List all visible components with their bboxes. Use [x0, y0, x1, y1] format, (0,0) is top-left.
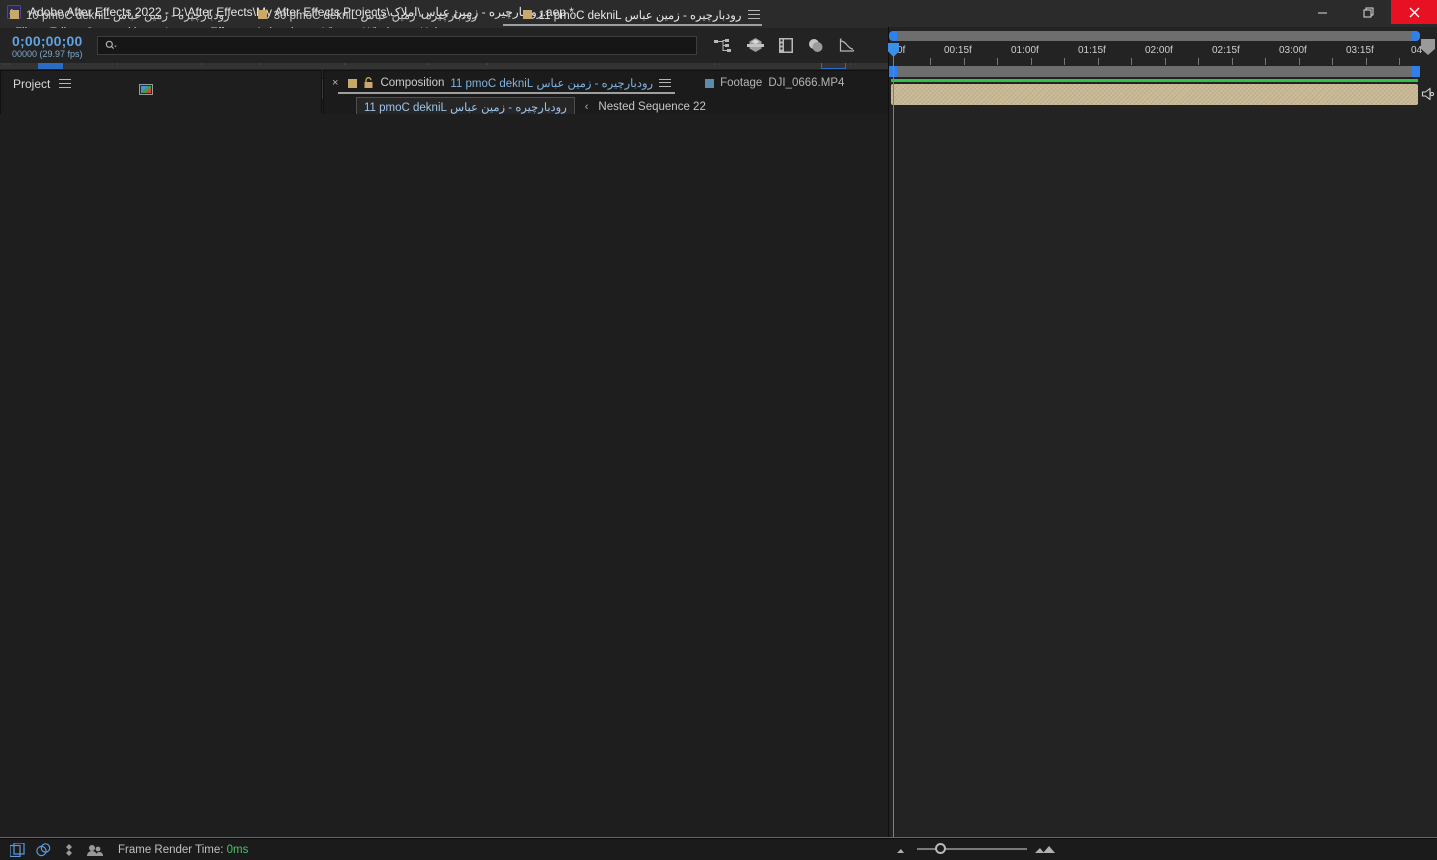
work-area-start-handle[interactable]	[889, 31, 897, 41]
project-panel-header: Project	[1, 71, 321, 96]
layer-speaker-icon[interactable]	[1421, 87, 1435, 100]
ruler-tick: 01:15f	[1078, 45, 1106, 56]
frame-render-time-label: Frame Render Time:	[118, 843, 224, 856]
work-area-end-handle[interactable]	[1412, 31, 1420, 41]
playhead[interactable]	[888, 43, 899, 860]
tab-footage[interactable]: Footage DJI_0666.MP4	[685, 71, 858, 95]
frame-blending-icon[interactable]	[808, 38, 824, 53]
tab-label-swatch	[348, 78, 358, 88]
work-area-bar[interactable]	[889, 31, 1420, 41]
tab-label-swatch	[257, 10, 267, 19]
tab-comp-name: رودبارچیره - زمین عباس Linked Comp 11	[450, 78, 654, 90]
project-panel-title: Project	[13, 76, 51, 91]
hide-shy-layers-icon[interactable]	[778, 38, 793, 53]
tab-timeline-comp-11[interactable]: × رودبارچیره - زمین عباس Linked Comp 11	[495, 1, 778, 28]
tab-footage-name: DJI_0666.MP4	[768, 77, 845, 89]
project-panel-menu-icon[interactable]	[59, 79, 72, 88]
draft-3d-icon[interactable]	[746, 38, 764, 53]
tab-label: رودبارچیره - زمین عباس Linked Comp 01	[26, 9, 230, 22]
zoom-bar-end-handle[interactable]	[1412, 66, 1420, 77]
graph-editor-icon[interactable]	[839, 38, 855, 53]
timeline-panel: رودبارچیره - زمین عباس Linked Comp 01 رو…	[0, 0, 1437, 860]
timeline-zoom-bar[interactable]	[889, 66, 1420, 77]
timeline-marker-shield-icon[interactable]	[1421, 39, 1435, 55]
tab-label: رودبارچیره - زمین عباس Linked Comp 03	[273, 9, 478, 22]
tab-timeline-comp-03[interactable]: رودبارچیره - زمین عباس Linked Comp 03	[248, 1, 496, 28]
close-tab-icon[interactable]: ×	[505, 9, 511, 21]
zoom-out-timeline-icon[interactable]	[896, 845, 910, 854]
status-bar: Frame Render Time: 0ms	[0, 838, 1437, 860]
draft-3d-status-icon[interactable]	[36, 842, 51, 857]
frame-render-time: Frame Render Time: 0ms	[118, 844, 248, 856]
frame-render-time-value: 0ms	[226, 843, 249, 856]
render-status-bar	[891, 79, 1418, 82]
ruler-tick: 01:00f	[1011, 45, 1039, 56]
breadcrumb-current[interactable]: Nested Sequence 22	[598, 101, 705, 113]
composition-icon	[138, 83, 153, 95]
ruler-tick: 02:00f	[1145, 45, 1173, 56]
hide-layer-controls-icon[interactable]	[62, 843, 76, 857]
close-tab-icon[interactable]: ×	[332, 77, 338, 89]
tab-label-swatch	[705, 78, 715, 88]
tab-kind-label: Footage	[720, 77, 763, 89]
timeline-zoom-control	[888, 838, 1088, 860]
timeline-frame-info: 00000 (29.97 fps)	[12, 48, 83, 59]
timeline-timecode: 0;00;00;00	[12, 32, 83, 49]
timeline-zoom-slider[interactable]	[917, 843, 1027, 854]
status-bar-icons	[0, 842, 104, 857]
ruler-tick: 03:00f	[1279, 45, 1307, 56]
ruler-tick: 00:15f	[944, 45, 972, 56]
search-icon	[105, 40, 117, 50]
ruler-tick: 02:15f	[1212, 45, 1240, 56]
tab-kind-label: Composition	[380, 77, 445, 89]
tab-label: رودبارچیره - زمین عباس Linked Comp 11	[538, 9, 742, 22]
time-ruler[interactable]: 0f 00:15f 01:00f 01:15f 02:00f 02:15f 03…	[889, 43, 1422, 65]
close-button[interactable]	[1391, 0, 1437, 24]
timeline-switch-icons	[713, 38, 855, 53]
window-controls	[1299, 0, 1437, 24]
tab-timeline-comp-01[interactable]: رودبارچیره - زمین عباس Linked Comp 01	[0, 1, 248, 28]
breadcrumb-chevron-icon[interactable]: ‹	[585, 101, 589, 113]
layer-duration-bar[interactable]	[891, 84, 1418, 105]
tab-label-swatch	[10, 10, 19, 19]
ruler-tick: 04	[1411, 45, 1423, 56]
tab-composition[interactable]: × Composition رودبارچیره - زمین عباس Lin…	[332, 71, 685, 95]
live-update-icon[interactable]	[10, 842, 25, 857]
zoom-in-timeline-icon[interactable]	[1034, 844, 1056, 854]
tab-label-swatch	[522, 10, 532, 19]
after-effects-window: Adobe After Effects 2022 - D:\After Effe…	[0, 0, 1437, 860]
ruler-tick: 03:15f	[1346, 45, 1374, 56]
timeline-current-time[interactable]: 0;00;00;00 00000 (29.97 fps)	[12, 33, 83, 59]
timeline-zoom-knob[interactable]	[935, 843, 946, 854]
composition-mini-flowchart-icon[interactable]	[713, 38, 732, 53]
teamprojects-icon[interactable]	[87, 843, 104, 857]
maximize-button[interactable]	[1345, 0, 1391, 24]
timeline-graph-area[interactable]: 0f 00:15f 01:00f 01:15f 02:00f 02:15f 03…	[888, 27, 1437, 860]
timeline-panel-menu-icon[interactable]	[748, 10, 761, 19]
composition-panel-menu-icon[interactable]	[659, 78, 672, 88]
lock-icon[interactable]	[363, 77, 374, 89]
timeline-layer-area[interactable]	[0, 114, 888, 860]
minimize-button[interactable]	[1299, 0, 1345, 24]
timeline-search-input[interactable]	[96, 36, 697, 55]
